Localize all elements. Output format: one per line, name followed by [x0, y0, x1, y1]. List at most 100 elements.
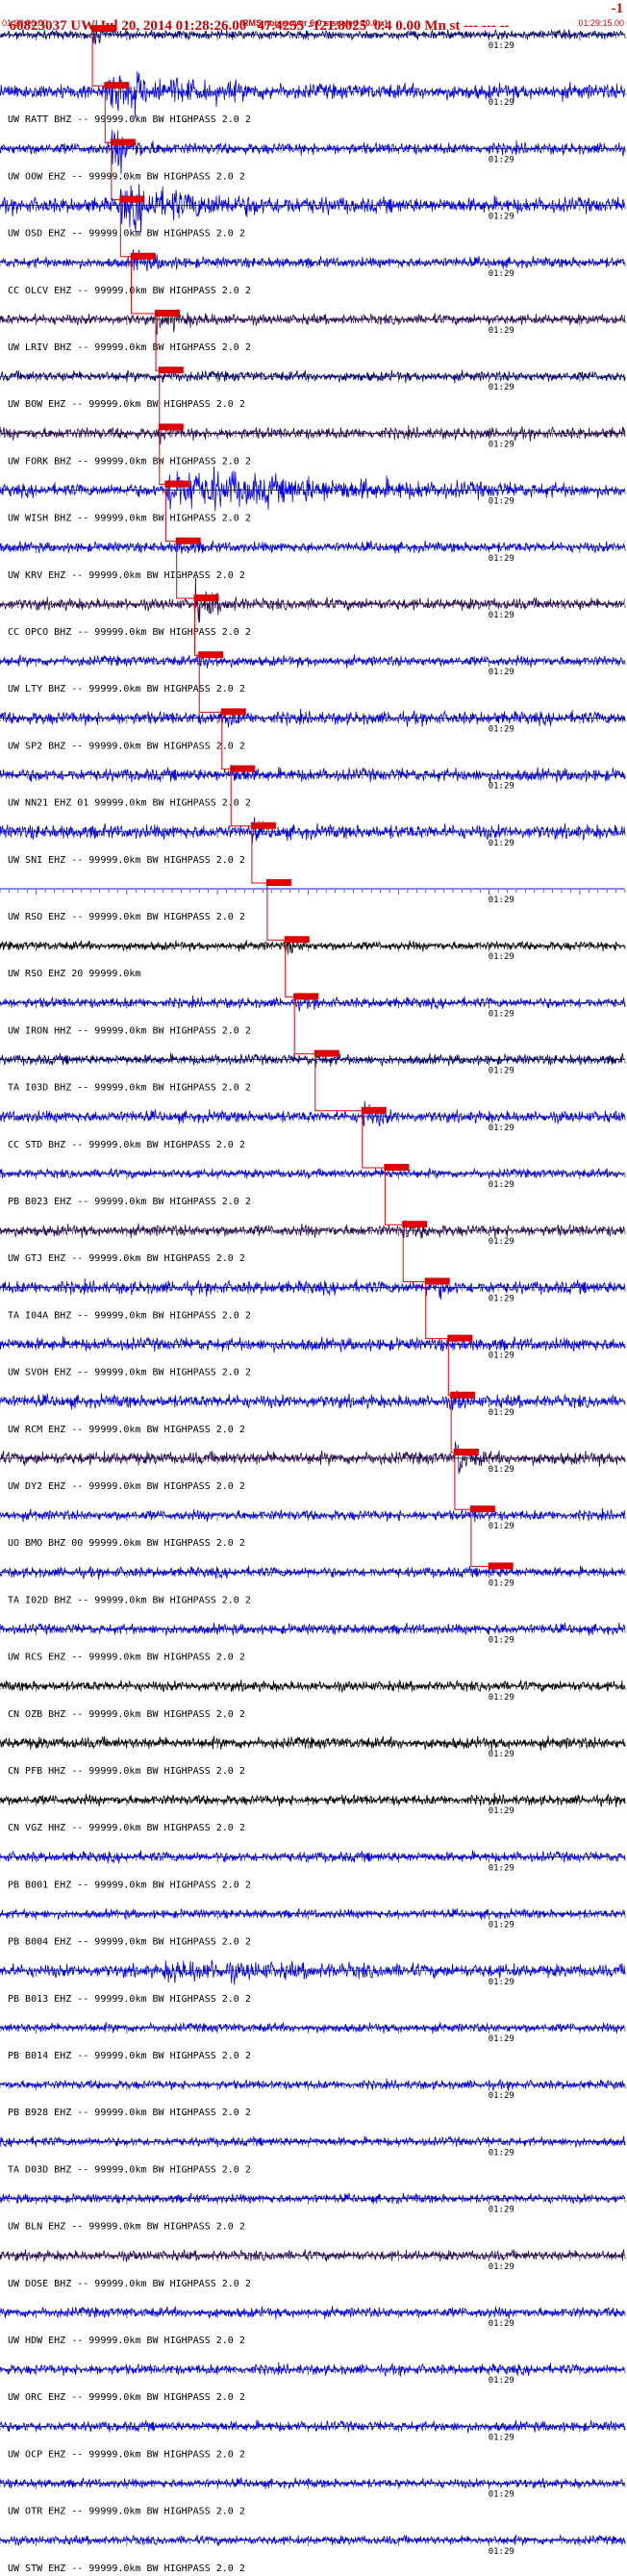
waveform: [0, 1100, 626, 1127]
time-tick-label: 01:29: [489, 2034, 514, 2044]
station-label: PB B023 EHZ -- 99999.0km BW HIGHPASS 2.0…: [8, 1197, 251, 1207]
station-label: TA I04A BHZ -- 99999.0km BW HIGHPASS 2.0…: [8, 1310, 251, 1321]
time-tick-label: 01:29: [489, 896, 514, 905]
time-tick-label: 01:29: [489, 1124, 514, 1133]
station-label: UO BMO BHZ 00 99999.0km BW HIGHPASS 2.0 …: [8, 1538, 245, 1549]
pick-marker: [450, 1391, 476, 1399]
time-tick-label: 01:29: [489, 1693, 514, 1703]
time-tick-label: 01:29: [489, 1863, 514, 1873]
pick-marker: [155, 310, 181, 316]
pick-marker: [447, 1334, 473, 1342]
station-label: UW GTJ EHZ -- 99999.0km BW HIGHPASS 2.0 …: [8, 1253, 245, 1264]
waveform: [0, 2306, 626, 2320]
waveform: [0, 1959, 626, 1985]
pick-marker: [220, 708, 246, 716]
station-label: UW OCP EHZ -- 99999.0km BW HIGHPASS 2.0 …: [8, 2449, 245, 2460]
waveform: [0, 765, 626, 784]
station-label: UW WISH BHZ -- 99999.0km BW HIGHPASS 2.0…: [8, 514, 251, 524]
time-tick-label: 01:29: [489, 497, 514, 507]
time-tick-label: 01:29: [489, 782, 514, 792]
pick-connector: [454, 1452, 471, 1510]
pick-marker: [193, 594, 219, 601]
waveform: [0, 2534, 626, 2546]
station-label: PB B013 EHZ -- 99999.0km BW HIGHPASS 2.0…: [8, 1994, 251, 2005]
time-tick-label: 01:29: [489, 1522, 514, 1531]
time-tick-label: 01:29: [489, 1636, 514, 1646]
pick-marker: [230, 765, 256, 772]
pick-connector: [293, 997, 315, 1055]
station-label: UW OSD EHZ -- 99999.0km BW HIGHPASS 2.0 …: [8, 229, 245, 240]
station-label: PB B014 EHZ -- 99999.0km BW HIGHPASS 2.0…: [8, 2051, 251, 2061]
station-label: UW OOW EHZ -- 99999.0km BW HIGHPASS 2.0 …: [8, 171, 245, 182]
waveform: [0, 1907, 626, 1920]
station-label: UW OTR EHZ -- 99999.0km BW HIGHPASS 2.0 …: [8, 2507, 245, 2517]
pick-marker: [265, 879, 291, 886]
pick-marker: [250, 821, 276, 829]
waveform: [0, 2192, 626, 2205]
station-label: UW LTY BHZ -- 99999.0km BW HIGHPASS 2.0 …: [8, 684, 245, 695]
waveform: [0, 2021, 625, 2034]
pick-marker: [130, 252, 156, 260]
station-label: UW RSO EHZ -- 99999.0km BW HIGHPASS 2.0 …: [8, 912, 245, 922]
waveform: [0, 654, 626, 669]
waveform: [0, 538, 626, 554]
time-tick-label: 01:29: [489, 98, 514, 108]
time-tick-label: 01:29: [489, 2091, 514, 2101]
waveform: [0, 2419, 626, 2434]
time-tick-label: 01:29: [489, 2262, 514, 2272]
station-label: CC STD BHZ -- 99999.0km BW HIGHPASS 2.0 …: [8, 1140, 245, 1150]
pick-marker: [469, 1505, 495, 1513]
time-tick-label: 01:29: [489, 41, 514, 51]
time-tick-label: 01:29: [489, 383, 514, 392]
station-label: UW HDW EHZ -- 99999.0km BW HIGHPASS 2.0 …: [8, 2336, 245, 2346]
pick-marker: [361, 1106, 387, 1114]
pick-marker: [158, 423, 184, 431]
waveform: [0, 1441, 626, 1475]
station-label: UW SVOH EHZ -- 99999.0km BW HIGHPASS 2.0…: [8, 1368, 251, 1378]
time-tick-label: 01:29: [489, 668, 514, 677]
seismogram-plot: 01:29 01:29 UW RATT BHZ -- 99999.0km BW HI…: [0, 19, 626, 2574]
pick-marker: [453, 1449, 479, 1455]
station-label: CC OLCV EHZ -- 99999.0km BW HIGHPASS 2.0…: [8, 286, 251, 296]
station-label: UW LRIV BHZ -- 99999.0km BW HIGHPASS 2.0…: [8, 342, 251, 353]
waveform: [0, 1277, 626, 1301]
waveform: [0, 1052, 625, 1068]
time-tick-label: 01:29: [489, 839, 514, 848]
station-label: UW KRV EHZ -- 99999.0km BW HIGHPASS 2.0 …: [8, 570, 245, 581]
waveform: [0, 1679, 626, 1693]
station-label: UW SNI EHZ -- 99999.0km BW HIGHPASS 2.0 …: [8, 855, 245, 866]
pick-marker: [104, 82, 130, 89]
station-label: UW RCM EHZ -- 99999.0km BW HIGHPASS 2.0 …: [8, 1425, 245, 1435]
station-label: PB B928 EHZ -- 99999.0km BW HIGHPASS 2.0…: [8, 2108, 251, 2118]
station-label: UW STW EHZ -- 99999.0km BW HIGHPASS 2.0 …: [8, 2563, 245, 2574]
waveform: [0, 1220, 626, 1239]
time-tick-label: 01:29: [489, 326, 514, 336]
pick-connector: [384, 1168, 404, 1225]
station-label: CN VGZ HHZ -- 99999.0km BW HIGHPASS 2.0 …: [8, 1823, 245, 1833]
station-label: TA D03D BHZ -- 99999.0km BW HIGHPASS 2.0…: [8, 2164, 251, 2175]
time-tick-label: 01:29: [489, 1750, 514, 1759]
pick-marker: [488, 1562, 514, 1570]
station-label: CN PFB HHZ -- 99999.0km BW HIGHPASS 2.0 …: [8, 1766, 245, 1777]
pick-marker: [384, 1164, 410, 1171]
pick-connector: [447, 1338, 452, 1397]
pick-marker: [284, 936, 310, 944]
time-tick-label: 01:29: [489, 2319, 514, 2329]
time-tick-label: 01:29: [489, 440, 514, 449]
waveform: [0, 249, 625, 272]
station-label: UW FORK BHZ -- 99999.0km BW HIGHPASS 2.0…: [8, 456, 251, 467]
station-label: UW SP2 BHZ -- 99999.0km BW HIGHPASS 2.0 …: [8, 741, 245, 751]
time-tick-label: 01:29: [489, 1237, 514, 1247]
time-tick-label: 01:29: [489, 1465, 514, 1475]
time-tick-label: 01:29: [489, 1180, 514, 1190]
station-label: PB B004 EHZ -- 99999.0km BW HIGHPASS 2.0…: [8, 1937, 251, 1948]
time-tick-label: 01:29: [489, 2547, 514, 2557]
waveform: [0, 817, 626, 845]
station-label: CN OZB BHZ -- 99999.0km BW HIGHPASS 2.0 …: [8, 1709, 245, 1720]
time-tick-label: 01:29: [489, 952, 514, 962]
pick-marker: [158, 366, 184, 374]
time-tick-label: 01:29: [489, 1351, 514, 1361]
time-tick-label: 01:29: [489, 1009, 514, 1019]
pick-marker: [424, 1277, 450, 1285]
station-label: TA I02D BHZ -- 99999.0km BW HIGHPASS 2.0…: [8, 1595, 251, 1605]
